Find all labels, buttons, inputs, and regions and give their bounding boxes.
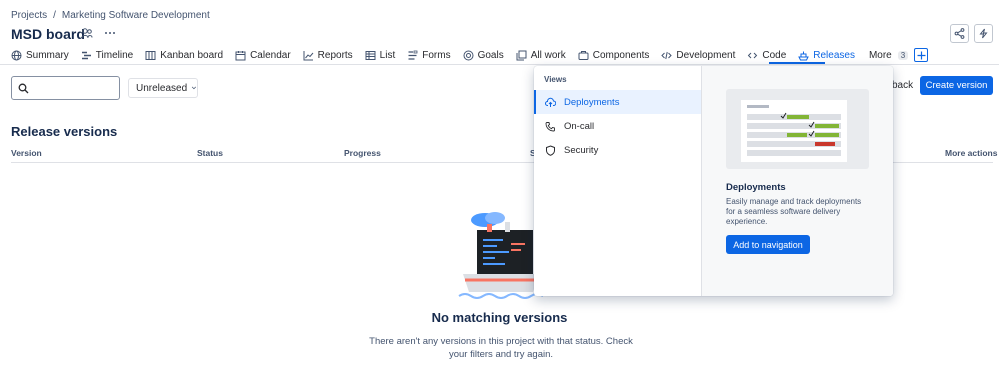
form-icon xyxy=(408,50,418,60)
tab-summary[interactable]: Summary xyxy=(11,47,69,63)
share-icon xyxy=(954,28,965,39)
breadcrumb: Projects / Marketing Software Developmen… xyxy=(11,10,210,21)
phone-icon xyxy=(545,121,555,131)
branch-icon xyxy=(748,52,758,58)
view-item-security[interactable]: Security xyxy=(534,138,701,162)
view-preview-panel: Deployments Easily manage and track depl… xyxy=(701,66,893,296)
header-divider xyxy=(0,64,999,65)
search-icon xyxy=(18,83,29,94)
tab-kanban-board[interactable]: Kanban board xyxy=(145,47,223,63)
board-icon xyxy=(145,50,156,60)
tab-releases[interactable]: Releases xyxy=(798,47,855,63)
list-icon xyxy=(365,50,376,60)
breadcrumb-project[interactable]: Marketing Software Development xyxy=(62,10,210,21)
empty-state-description: There aren't any versions in this projec… xyxy=(369,336,633,360)
team-icon[interactable] xyxy=(81,27,93,42)
tab-more[interactable]: More 3 xyxy=(868,47,909,63)
tab-label: List xyxy=(379,49,396,61)
feedback-link[interactable]: back xyxy=(892,80,913,91)
tab-label: Summary xyxy=(26,49,69,61)
tab-label: Kanban board xyxy=(160,49,224,61)
empty-state-title: No matching versions xyxy=(431,310,568,325)
view-item-label: Deployments xyxy=(564,96,620,108)
calendar-icon xyxy=(235,50,246,60)
search-input[interactable] xyxy=(11,76,120,100)
tab-components[interactable]: Components xyxy=(578,47,650,63)
create-version-button[interactable]: Create version xyxy=(920,76,993,95)
preview-description: Easily manage and track deployments for … xyxy=(726,197,862,226)
plus-icon xyxy=(917,51,926,59)
views-popup: Views Deployments On-call Security Deplo… xyxy=(534,66,893,296)
chart-icon xyxy=(303,50,314,60)
status-filter-value: Unreleased xyxy=(136,82,188,94)
preview-table xyxy=(741,100,847,162)
tab-label: Reports xyxy=(317,49,353,61)
automation-button[interactable] xyxy=(974,24,993,43)
status-filter-dropdown[interactable]: Unreleased xyxy=(128,78,198,98)
tab-reports[interactable]: Reports xyxy=(303,47,353,63)
tab-label: Development xyxy=(676,49,736,61)
tab-all-work[interactable]: All work xyxy=(516,47,566,63)
tab-label: Components xyxy=(592,49,650,61)
lightning-icon xyxy=(979,28,988,39)
add-view-button[interactable] xyxy=(914,48,929,62)
component-icon xyxy=(578,50,589,60)
globe-icon xyxy=(11,50,22,60)
view-item-deployments[interactable]: Deployments xyxy=(534,90,701,114)
cloud-upload-icon xyxy=(545,97,556,107)
timeline-icon xyxy=(81,51,91,59)
view-item-on-call[interactable]: On-call xyxy=(534,114,701,138)
tab-label: Releases xyxy=(813,49,855,61)
add-to-navigation-button[interactable]: Add to navigation xyxy=(726,235,810,254)
share-button[interactable] xyxy=(950,24,969,43)
stack-icon xyxy=(516,50,527,60)
column-header-status[interactable]: Status xyxy=(197,148,223,158)
tab-calendar[interactable]: Calendar xyxy=(235,47,291,63)
deployments-preview-image xyxy=(726,89,869,169)
more-count-badge: 3 xyxy=(897,50,909,60)
tab-label: All work xyxy=(530,49,566,61)
column-header-progress[interactable]: Progress xyxy=(344,148,381,158)
tab-label: Timeline xyxy=(95,49,134,61)
tab-goals[interactable]: Goals xyxy=(463,47,504,63)
code-icon xyxy=(661,51,673,59)
section-title: Release versions xyxy=(11,124,118,139)
tab-label: Goals xyxy=(477,49,504,61)
tab-development[interactable]: Development xyxy=(661,47,735,63)
tab-label: Calendar xyxy=(250,49,291,61)
views-header: Views xyxy=(544,75,567,84)
column-header-more-actions: More actions xyxy=(945,148,998,158)
breadcrumb-projects[interactable]: Projects xyxy=(11,10,47,21)
empty-state-illustration xyxy=(458,212,544,299)
page-title: MSD board xyxy=(11,26,85,42)
tab-label: Forms xyxy=(422,49,451,61)
tab-timeline[interactable]: Timeline xyxy=(81,47,133,63)
tab-list[interactable]: List xyxy=(365,47,396,63)
project-tabs: Summary Timeline Kanban board Calendar R… xyxy=(11,47,929,63)
shield-icon xyxy=(546,144,555,156)
views-list: Views Deployments On-call Security xyxy=(534,66,701,296)
tab-forms[interactable]: Forms xyxy=(407,47,451,63)
more-horizontal-icon[interactable] xyxy=(104,27,116,42)
ship-icon xyxy=(798,51,810,60)
tab-code[interactable]: Code xyxy=(747,47,786,63)
preview-title: Deployments xyxy=(726,182,786,193)
target-icon xyxy=(463,50,474,60)
column-header-version[interactable]: Version xyxy=(11,148,42,158)
tab-label: Code xyxy=(762,49,787,61)
tab-more-label: More xyxy=(868,49,892,61)
breadcrumb-separator: / xyxy=(53,10,56,21)
chevron-down-icon xyxy=(191,86,197,90)
view-item-label: Security xyxy=(564,144,599,156)
view-item-label: On-call xyxy=(564,120,595,132)
